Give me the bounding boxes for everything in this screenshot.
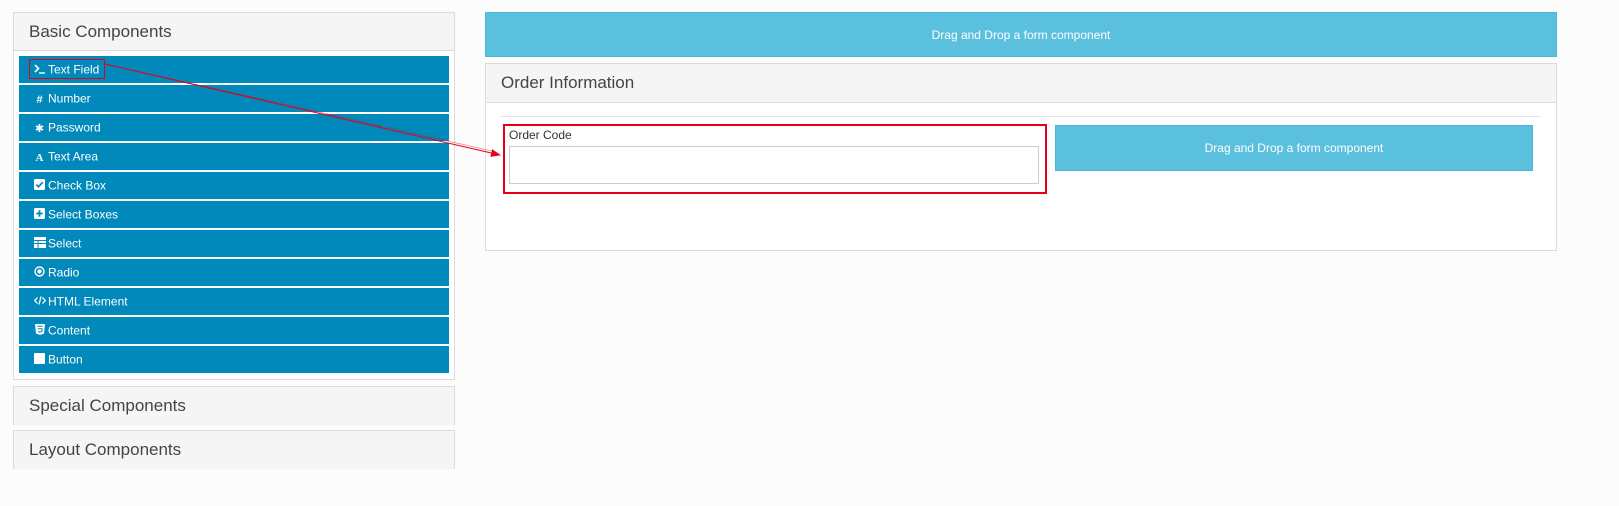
layout-components-header[interactable]: Layout Components xyxy=(14,431,454,469)
component-label: Content xyxy=(48,323,91,338)
component-select[interactable]: Select xyxy=(19,230,449,257)
component-html-element[interactable]: HTML Element xyxy=(19,288,449,315)
component-label: Button xyxy=(48,352,83,367)
component-content[interactable]: Content xyxy=(19,317,449,344)
component-check-box[interactable]: Check Box xyxy=(19,172,449,199)
component-list: Text Field # Number ✱ Password A Text Area … xyxy=(19,56,449,375)
terminal-icon xyxy=(34,63,45,74)
html5-icon xyxy=(34,324,45,335)
order-code-field[interactable]: Order Code xyxy=(503,124,1047,194)
component-label: Text Field xyxy=(48,62,100,77)
fieldset-divider xyxy=(501,116,1541,117)
font-icon: A xyxy=(35,152,44,164)
stop-icon xyxy=(34,353,45,364)
component-select-boxes[interactable]: Select Boxes xyxy=(19,201,449,228)
check-square-icon xyxy=(34,179,45,190)
top-dropzone[interactable]: Drag and Drop a form component xyxy=(485,12,1557,57)
special-components-header[interactable]: Special Components xyxy=(14,387,454,425)
component-radio[interactable]: Radio xyxy=(19,259,449,286)
component-label: Radio xyxy=(48,265,80,280)
order-code-input[interactable] xyxy=(509,146,1039,184)
component-text-field[interactable]: Text Field xyxy=(19,56,449,83)
order-code-label: Order Code xyxy=(509,128,572,142)
dot-circle-icon xyxy=(34,266,45,277)
basic-components-header[interactable]: Basic Components xyxy=(14,13,454,51)
component-label: HTML Element xyxy=(48,294,128,309)
component-label: Number xyxy=(48,91,91,106)
component-label: Password xyxy=(48,120,101,135)
layout-components-panel[interactable]: Layout Components xyxy=(13,430,455,469)
hashtag-icon: # xyxy=(36,94,43,106)
basic-components-panel: Basic Components Text Field # Number ✱ Pas… xyxy=(13,12,455,380)
component-label: Select xyxy=(48,236,82,251)
asterisk-icon: ✱ xyxy=(34,123,45,135)
fieldset-legend: Order Information xyxy=(486,64,1556,103)
code-icon xyxy=(33,295,47,306)
component-text-area[interactable]: A Text Area xyxy=(19,143,449,170)
column-dropzone[interactable]: Drag and Drop a form component xyxy=(1055,125,1533,171)
dropzone-text: Drag and Drop a form component xyxy=(931,27,1111,42)
special-components-panel[interactable]: Special Components xyxy=(13,386,455,425)
component-number[interactable]: # Number xyxy=(19,85,449,112)
component-label: Select Boxes xyxy=(48,207,119,222)
plus-square-icon xyxy=(34,208,45,219)
component-password[interactable]: ✱ Password xyxy=(19,114,449,141)
table-icon xyxy=(34,237,46,248)
component-label: Text Area xyxy=(48,149,99,164)
component-button[interactable]: Button xyxy=(19,346,449,373)
column-dropzone-text: Drag and Drop a form component xyxy=(1204,141,1384,155)
component-label: Check Box xyxy=(48,178,107,193)
